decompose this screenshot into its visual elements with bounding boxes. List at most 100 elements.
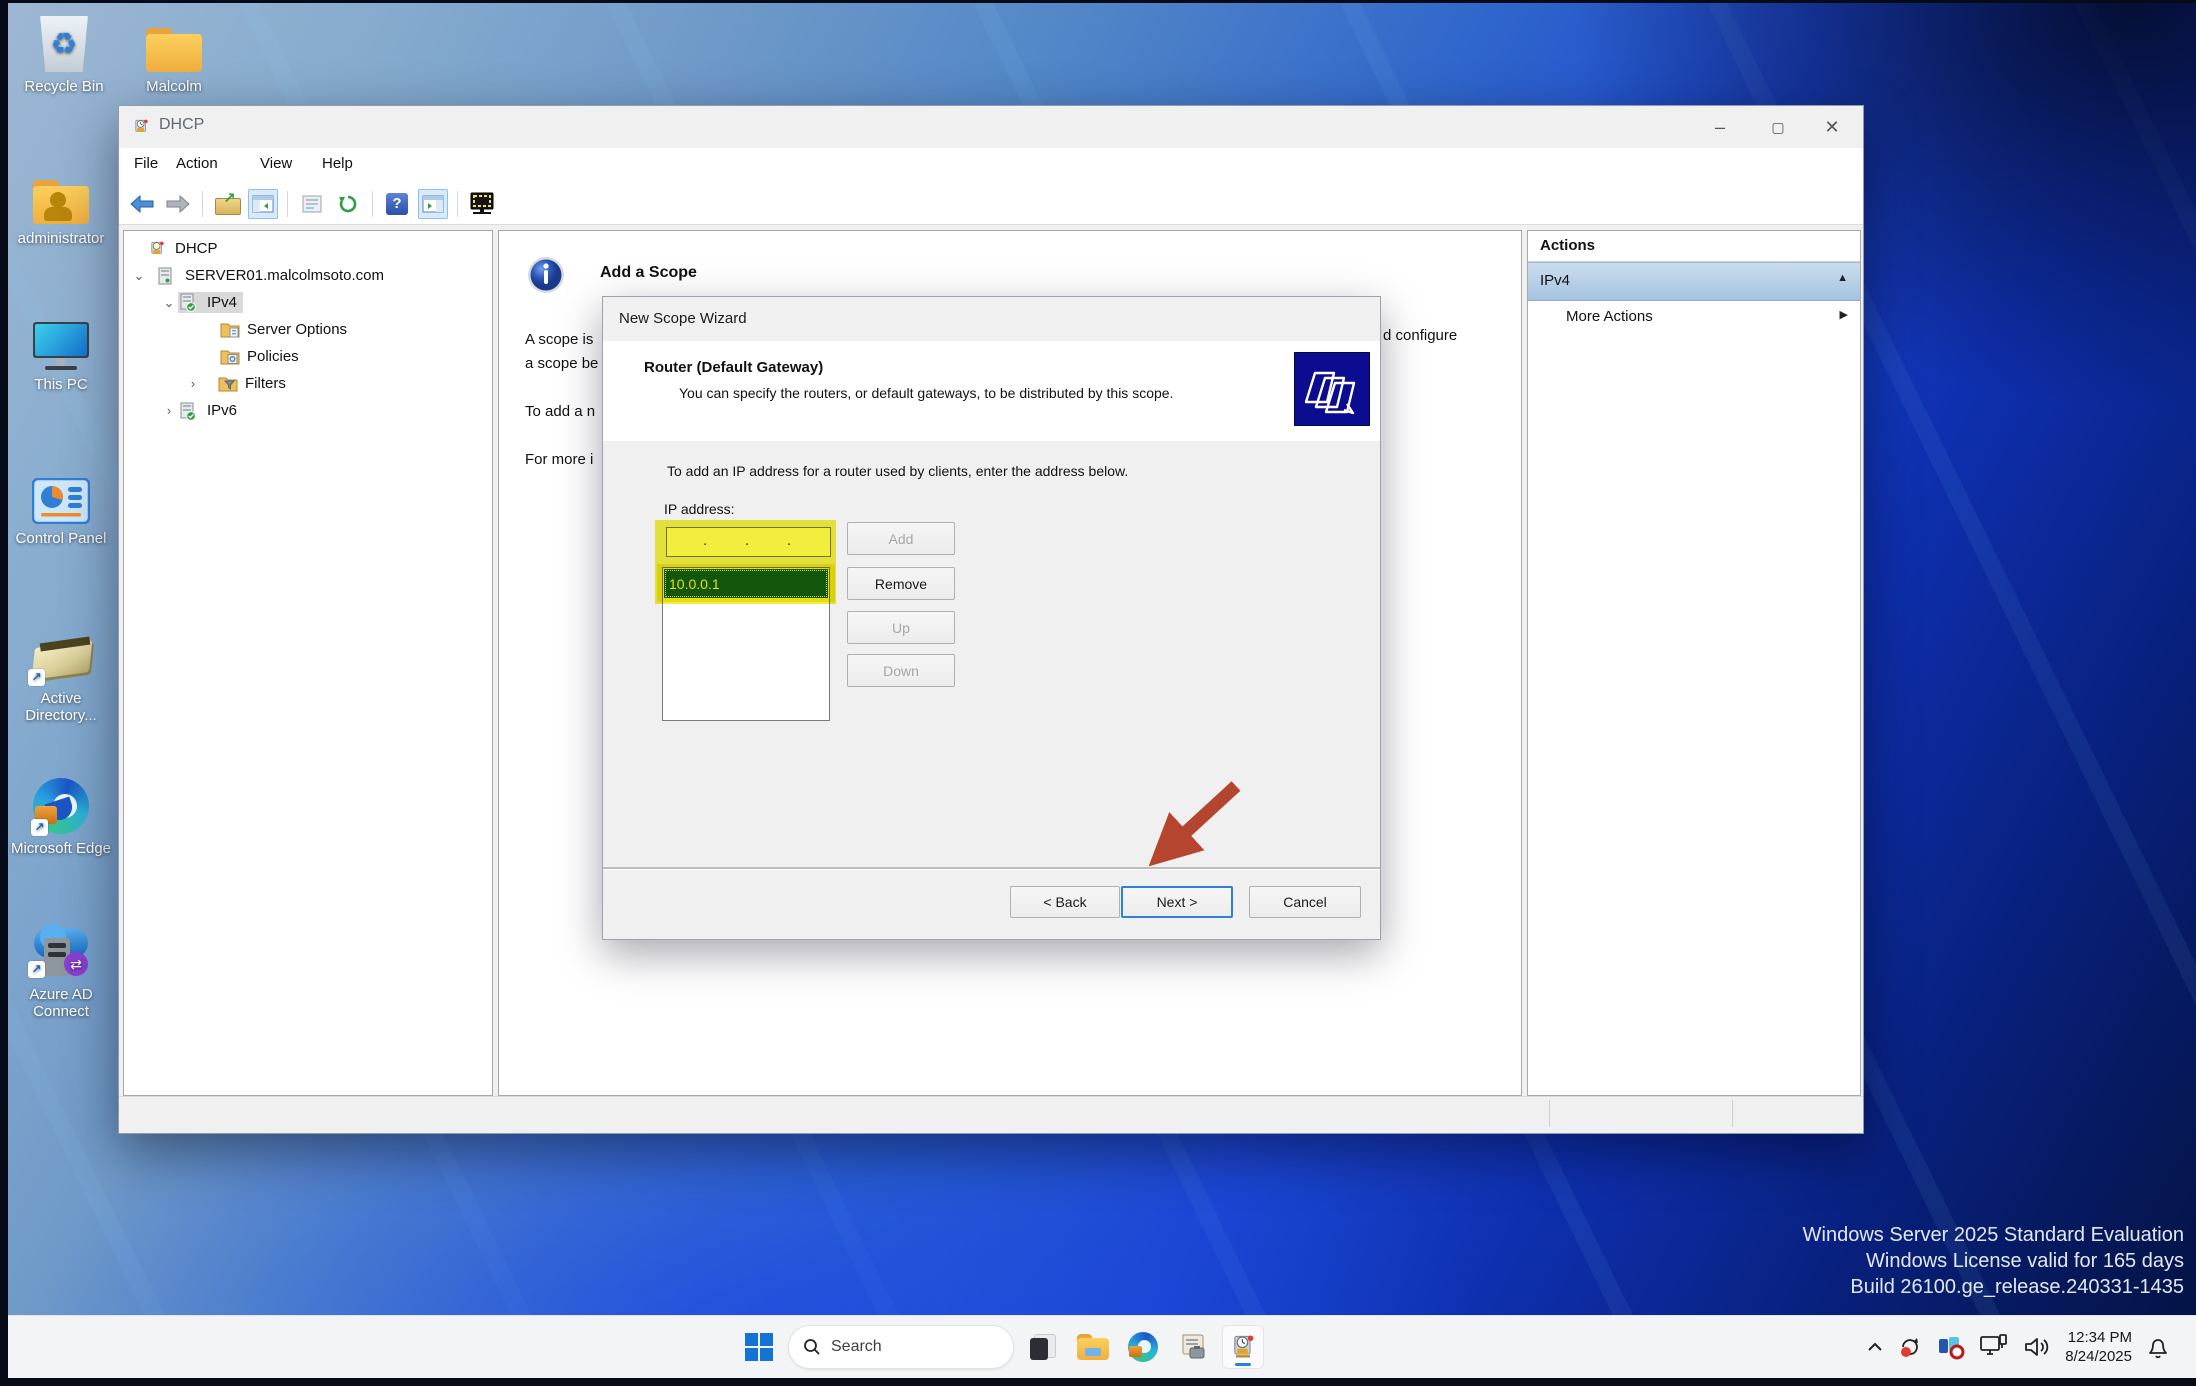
down-button[interactable]: Down — [847, 654, 955, 687]
ipv4-server-icon — [180, 293, 200, 312]
monitor-icon — [5, 308, 117, 370]
tray-chevron-up-icon[interactable] — [1867, 1342, 1883, 1352]
shortcut-arrow-icon: ↗ — [28, 669, 45, 686]
search-input[interactable]: Search — [788, 1325, 1014, 1369]
remove-button[interactable]: Remove — [847, 567, 955, 600]
show-hide-console-tree-button[interactable] — [248, 188, 278, 219]
ip-address-input[interactable]: . . . — [666, 527, 831, 557]
back-button[interactable] — [127, 189, 157, 219]
notifications-bell-icon[interactable] — [2146, 1334, 2170, 1360]
background-text-fragment: For more i — [525, 451, 594, 468]
tree-item-ipv4[interactable]: ⌄ IPv4 — [160, 289, 244, 316]
tree-item-server[interactable]: ⌄ SERVER01.malcolmsoto.com — [130, 262, 384, 289]
tray-time: 12:34 PM — [2067, 1329, 2132, 1346]
remote-desktop-icon[interactable] — [467, 189, 497, 219]
back-button[interactable]: < Back — [1010, 886, 1120, 918]
chevron-right-icon[interactable]: › — [160, 403, 178, 418]
properties-button[interactable] — [297, 189, 327, 219]
actions-group-ipv4[interactable]: IPv4 ▲ — [1528, 262, 1860, 301]
menu-view[interactable]: View — [260, 155, 292, 172]
tree-item-ipv6[interactable]: › IPv6 — [160, 397, 237, 424]
refresh-button[interactable] — [333, 189, 363, 219]
more-actions-item[interactable]: More Actions ▶ — [1528, 299, 1860, 335]
dhcp-taskbar-icon[interactable] — [1222, 1325, 1264, 1369]
router-list-selected-item[interactable]: 10.0.0.1 — [664, 569, 828, 598]
window-titlebar[interactable]: DHCP – ▢ ✕ — [119, 106, 1863, 148]
edge-icon[interactable] — [1122, 1325, 1164, 1369]
desktop-icon-recycle-bin[interactable]: ♻ Recycle Bin — [8, 10, 120, 95]
status-bar — [119, 1096, 1863, 1130]
tree-item-filters[interactable]: › Filters — [184, 370, 286, 397]
shortcut-arrow-icon: ↗ — [31, 819, 48, 836]
chevron-down-icon[interactable]: ⌄ — [160, 295, 178, 311]
desktop-icon-active-directory[interactable]: ↗ Active Directory... — [5, 622, 117, 724]
task-view-icon[interactable] — [1022, 1325, 1064, 1369]
desktop-icon-azure-ad-connect[interactable]: ⇄ ↗ Azure AD Connect — [5, 918, 117, 1020]
wizard-page-title: Router (Default Gateway) — [644, 359, 824, 376]
server-icon — [158, 267, 178, 285]
window-title: DHCP — [159, 116, 205, 133]
maximize-button[interactable]: ▢ — [1755, 107, 1801, 147]
selected-tree-node: IPv4 — [178, 292, 244, 313]
search-placeholder: Search — [831, 1338, 882, 1355]
desktop-icon-control-panel[interactable]: Control Panel — [5, 462, 117, 547]
sync-status-icon[interactable] — [1897, 1334, 1923, 1360]
wizard-title: New Scope Wizard — [619, 310, 747, 327]
add-button[interactable]: Add — [847, 522, 955, 555]
evaluation-watermark: Windows Server 2025 Standard Evaluation … — [1802, 1224, 2184, 1298]
chevron-right-icon[interactable]: › — [184, 376, 202, 391]
info-icon — [527, 256, 565, 294]
router-list[interactable]: 10.0.0.1 — [662, 567, 830, 721]
network-icon[interactable] — [1979, 1334, 2009, 1360]
desktop-icon-microsoft-edge[interactable]: ↗ Microsoft Edge — [5, 772, 117, 857]
server-manager-icon[interactable] — [1172, 1325, 1214, 1369]
edge-icon: ↗ — [5, 772, 117, 836]
file-explorer-icon[interactable] — [1072, 1325, 1114, 1369]
menu-action[interactable]: Action — [176, 155, 218, 172]
desktop-icon-label: Control Panel — [15, 530, 107, 547]
new-scope-wizard-dialog: New Scope Wizard Router (Default Gateway… — [602, 296, 1381, 940]
shortcut-arrow-icon: ↗ — [28, 961, 45, 978]
desktop-icon-label: Azure AD Connect — [29, 986, 93, 1020]
dhcp-app-icon — [132, 118, 150, 136]
tree-item-policies[interactable]: Policies — [220, 343, 299, 370]
annotation-arrow — [1148, 781, 1241, 867]
menu-help[interactable]: Help — [322, 155, 353, 172]
azure-ad-connect-icon: ⇄ ↗ — [5, 918, 117, 980]
desktop-icon-malcolm[interactable]: Malcolm — [118, 10, 230, 95]
console-tree-pane: DHCP ⌄ SERVER01.malcolmsoto.com ⌄ IPv4 S… — [123, 230, 493, 1096]
desktop-icon-this-pc[interactable]: This PC — [5, 308, 117, 393]
next-button[interactable]: Next > — [1121, 886, 1233, 918]
wizard-page-subtitle: You can specify the routers, or default … — [679, 385, 1174, 401]
help-button[interactable]: ? — [382, 189, 412, 219]
tray-date: 8/24/2025 — [2065, 1348, 2132, 1365]
user-folder-icon — [5, 162, 117, 224]
close-button[interactable]: ✕ — [1809, 107, 1855, 147]
recycle-bin-icon: ♻ — [8, 10, 120, 72]
folder-icon — [118, 10, 230, 72]
control-panel-icon — [5, 462, 117, 524]
active-directory-icon: ↗ — [5, 622, 117, 686]
up-button[interactable]: Up — [847, 611, 955, 644]
export-list-icon[interactable]: ↗ — [212, 189, 242, 219]
desktop-icon-label: Microsoft Edge — [10, 840, 112, 857]
volume-icon[interactable] — [2023, 1335, 2051, 1359]
tree-item-server-options[interactable]: Server Options — [220, 316, 347, 343]
clock[interactable]: 12:34 PM 8/24/2025 — [2065, 1328, 2132, 1366]
ip-address-label: IP address: — [664, 501, 735, 517]
start-button[interactable] — [738, 1325, 780, 1369]
desktop-icon-label: This PC — [34, 376, 88, 393]
chevron-down-icon[interactable]: ⌄ — [130, 268, 148, 284]
ipv6-server-icon — [180, 402, 200, 421]
collapse-group-icon[interactable]: ▲ — [1837, 272, 1848, 284]
desktop-icon-administrator[interactable]: administrator — [5, 162, 117, 247]
show-hide-action-pane-button[interactable] — [418, 188, 448, 219]
dhcp-tray-icon[interactable] — [1937, 1334, 1965, 1360]
menu-file[interactable]: File — [134, 155, 158, 172]
tree-item-dhcp[interactable]: DHCP — [130, 235, 218, 262]
wizard-titlebar[interactable]: New Scope Wizard — [603, 297, 1380, 342]
forward-button[interactable] — [163, 189, 193, 219]
cancel-button[interactable]: Cancel — [1249, 886, 1361, 918]
server-options-folder-icon — [220, 321, 240, 339]
minimize-button[interactable]: – — [1697, 107, 1743, 147]
